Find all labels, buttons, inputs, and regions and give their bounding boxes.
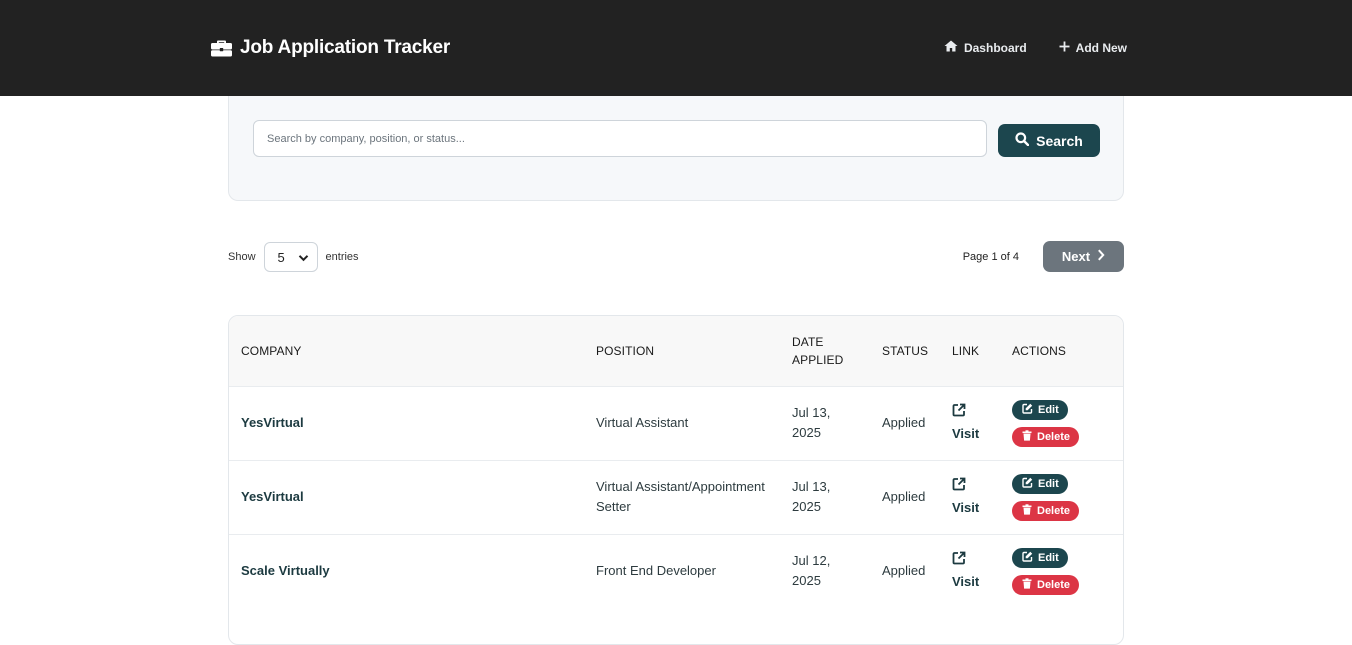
trash-icon [1022,578,1032,592]
edit-label: Edit [1038,403,1059,416]
delete-button[interactable]: Delete [1012,574,1079,595]
table-row: YesVirtual Virtual Assistant/Appointment… [229,460,1123,534]
entries-label: entries [325,251,359,263]
cell-actions: Edit Delete [1000,386,1123,460]
applications-table-card: COMPANY POSITION DATE APPLIED STATUS LIN… [228,315,1124,645]
search-input[interactable] [253,120,987,157]
cell-link: Visit [940,460,1000,534]
nav-link-label: Add New [1075,40,1127,55]
cell-position: Virtual Assistant/Appointment Setter [596,479,765,514]
entries-value: 5 [277,249,285,265]
search-icon [1015,132,1030,149]
chevron-right-icon [1097,249,1105,264]
edit-icon [1022,551,1033,565]
cell-company: YesVirtual [241,489,304,504]
edit-label: Edit [1038,477,1059,490]
cell-link: Visit [940,386,1000,460]
applications-table: COMPANY POSITION DATE APPLIED STATUS LIN… [229,316,1123,608]
visit-label: Visit [952,499,980,515]
visit-link[interactable]: Visit [952,403,988,444]
cell-company: Scale Virtually [241,563,330,579]
chevron-down-icon [298,250,309,265]
cell-position: Virtual Assistant [596,415,689,430]
brand[interactable]: Job Application Tracker [211,37,450,59]
visit-label: Visit [952,425,980,441]
header-status: STATUS [882,343,929,358]
home-icon [944,40,958,55]
delete-button[interactable]: Delete [1012,500,1079,521]
external-link-icon [952,477,988,497]
edit-label: Edit [1038,551,1059,564]
search-button[interactable]: Search [998,124,1100,157]
header-actions: ACTIONS [1012,343,1067,358]
header-position: POSITION [596,343,655,358]
next-button-label: Next [1061,249,1091,264]
table-controls: Show 5 entries Page 1 of 4 Next [228,241,1124,273]
entries-select[interactable]: 5 [263,242,318,272]
next-button[interactable]: Next [1043,241,1124,272]
cell-status: Applied [882,489,926,504]
table-row: Scale Virtually Front End Developer Jul … [229,534,1123,608]
brand-title: Job Application Tracker [240,37,451,58]
visit-link[interactable]: Visit [952,551,988,592]
visit-link[interactable]: Visit [952,477,988,518]
trash-icon [1022,429,1032,444]
nav-links: Dashboard Add New [944,40,1127,55]
cell-date: Jul 13, 2025 [792,405,831,440]
briefcase-icon [211,39,232,57]
header-link: LINK [952,343,980,358]
delete-button[interactable]: Delete [1012,426,1079,447]
edit-button[interactable]: Edit [1012,473,1068,494]
show-label: Show [228,251,256,263]
navbar: Job Application Tracker Dashboard Add Ne… [0,0,1352,96]
cell-actions: Edit Delete [1000,460,1123,534]
trash-icon [1022,503,1032,518]
plus-icon [1059,41,1070,55]
header-date-applied: DATE APPLIED [792,334,844,367]
cell-status: Applied [882,415,926,430]
cell-actions: Edit Delete [1000,534,1123,608]
edit-button[interactable]: Edit [1012,399,1068,420]
entries-control: Show 5 entries [228,242,359,272]
nav-link-label: Dashboard [963,40,1027,55]
external-link-icon [952,403,988,423]
cell-position: Front End Developer [596,563,716,579]
nav-link-add-new[interactable]: Add New [1059,40,1127,55]
nav-link-dashboard[interactable]: Dashboard [944,40,1027,55]
edit-button[interactable]: Edit [1012,547,1068,568]
edit-icon [1022,477,1033,491]
cell-company: YesVirtual [241,415,304,430]
external-link-icon [952,551,988,571]
delete-label: Delete [1037,430,1071,443]
delete-label: Delete [1037,578,1071,591]
search-button-label: Search [1036,132,1083,149]
header-company: COMPANY [241,343,302,358]
search-card: Search [228,96,1124,201]
table-row: YesVirtual Virtual Assistant Jul 13, 202… [229,386,1123,460]
page-info: Page 1 of 4 [962,251,1019,263]
table-header-row: COMPANY POSITION DATE APPLIED STATUS LIN… [229,316,1123,386]
cell-date: Jul 13, 2025 [792,479,831,514]
cell-status: Applied [882,563,926,579]
cell-link: Visit [940,534,1000,608]
edit-icon [1022,403,1033,417]
visit-label: Visit [952,573,980,589]
cell-date: Jul 12, 2025 [792,553,831,589]
delete-label: Delete [1037,504,1071,517]
